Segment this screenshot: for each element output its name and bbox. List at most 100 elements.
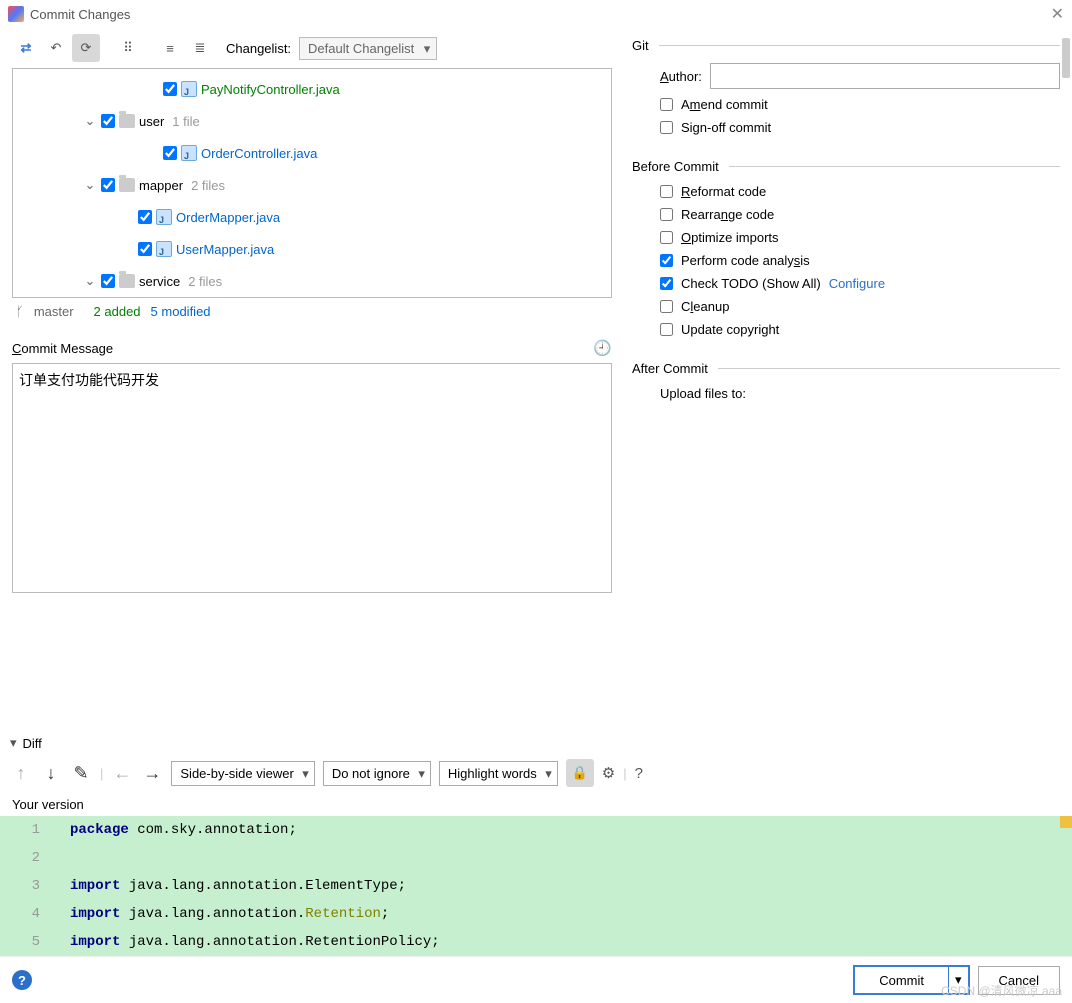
close-icon[interactable]: ✕ (1051, 4, 1064, 24)
reload-icon[interactable]: ⟳ (72, 34, 100, 62)
gear-icon[interactable]: ⚙ (602, 764, 615, 782)
line-number: 1 (0, 822, 70, 838)
signoff-checkbox[interactable] (660, 121, 673, 134)
chevron-down-icon[interactable]: ⌄ (83, 113, 97, 129)
status-row: ᚶ master 2 added 5 modified (12, 298, 612, 325)
tree-row[interactable]: ⌄service2 files (13, 265, 611, 297)
tree-label: service (139, 274, 180, 289)
folder-icon (119, 274, 135, 288)
java-file-icon (181, 81, 197, 97)
reformat-label: Reformat code (681, 184, 766, 199)
chevron-down-icon[interactable]: ⌄ (83, 273, 97, 289)
java-file-icon (181, 145, 197, 161)
window-title: Commit Changes (30, 7, 1051, 22)
commit-button[interactable]: Commit (855, 968, 948, 993)
scrollbar[interactable] (1062, 38, 1070, 78)
code-text: package com.sky.annotation; (70, 822, 297, 838)
commit-dropdown-icon[interactable]: ▾ (948, 967, 968, 993)
code-marker-icon (1060, 816, 1072, 828)
file-checkbox[interactable] (138, 242, 152, 256)
nav-back-icon: ← (111, 763, 133, 784)
ignore-dropdown[interactable]: Do not ignore (323, 761, 431, 786)
chevron-down-icon[interactable]: ⌄ (83, 177, 97, 193)
line-number: 5 (0, 934, 70, 950)
highlight-dropdown[interactable]: Highlight words (439, 761, 558, 786)
commit-message-input[interactable] (12, 363, 612, 593)
prev-diff-icon: ↑ (10, 763, 32, 784)
code-text: import java.lang.annotation.Retention; (70, 906, 389, 922)
edit-icon[interactable]: ✎ (70, 763, 92, 784)
line-number: 3 (0, 878, 70, 894)
app-logo-icon (8, 6, 24, 22)
copyright-checkbox[interactable] (660, 323, 673, 336)
tree-row[interactable]: UserMapper.java (13, 233, 611, 265)
tree-row[interactable]: PayNotifyController.java (13, 73, 611, 105)
next-diff-icon[interactable]: ↓ (40, 763, 62, 784)
code-line: 3import java.lang.annotation.ElementType… (0, 872, 1072, 900)
undo-icon[interactable]: ↶ (42, 34, 70, 62)
amend-label: Amend commit (681, 97, 768, 112)
optimize-checkbox[interactable] (660, 231, 673, 244)
nav-fwd-icon[interactable]: → (141, 763, 163, 784)
changelist-label: Changelist: (226, 41, 291, 56)
history-icon[interactable]: 🕘 (593, 339, 612, 357)
file-checkbox[interactable] (101, 114, 115, 128)
status-modified: 5 modified (151, 304, 211, 319)
code-line: 5import java.lang.annotation.RetentionPo… (0, 928, 1072, 956)
file-checkbox[interactable] (163, 146, 177, 160)
cancel-button[interactable]: Cancel (978, 966, 1060, 995)
expand-icon[interactable]: ≡ (156, 34, 184, 62)
refresh-icon[interactable]: ⇄ (12, 34, 40, 62)
tree-label: user (139, 114, 164, 129)
lock-icon[interactable]: 🔒 (566, 759, 594, 787)
file-tree[interactable]: PayNotifyController.java ⌄ user 1 file Order… (13, 69, 611, 297)
amend-checkbox[interactable] (660, 98, 673, 111)
rearrange-checkbox[interactable] (660, 208, 673, 221)
tree-row[interactable]: OrderController.java (13, 137, 611, 169)
java-file-icon (156, 209, 172, 225)
file-checkbox[interactable] (163, 82, 177, 96)
todo-checkbox[interactable] (660, 277, 673, 290)
diff-label: Diff (23, 736, 42, 751)
code-line: 4import java.lang.annotation.Retention; (0, 900, 1072, 928)
cleanup-label: Cleanup (681, 299, 729, 314)
collapse-icon[interactable]: ≣ (186, 34, 214, 62)
upload-label: Upload files to: (660, 386, 746, 401)
code-viewer[interactable]: 1package com.sky.annotation;23import jav… (0, 816, 1072, 956)
file-checkbox[interactable] (101, 274, 115, 288)
author-input[interactable] (710, 63, 1060, 89)
code-text: import java.lang.annotation.ElementType; (70, 878, 406, 894)
branch-icon: ᚶ (16, 304, 24, 319)
tree-row[interactable]: OrderMapper.java (13, 201, 611, 233)
tree-meta: 2 files (191, 178, 225, 193)
cleanup-checkbox[interactable] (660, 300, 673, 313)
configure-link[interactable]: Configure (829, 276, 885, 291)
code-text: import java.lang.annotation.RetentionPol… (70, 934, 440, 950)
status-added: 2 added (94, 304, 141, 319)
java-file-icon (156, 241, 172, 257)
viewer-dropdown[interactable]: Side-by-side viewer (171, 761, 314, 786)
author-label: Author: (660, 69, 702, 84)
changelist-dropdown[interactable]: Default Changelist (299, 37, 437, 60)
optimize-label: Optimize imports (681, 230, 779, 245)
line-number: 2 (0, 850, 70, 866)
tree-label: OrderController.java (201, 146, 317, 161)
tree-row[interactable]: ⌄ user 1 file (13, 105, 611, 137)
group-icon[interactable]: ⠿ (114, 34, 142, 62)
tree-label: UserMapper.java (176, 242, 274, 257)
file-checkbox[interactable] (101, 178, 115, 192)
file-checkbox[interactable] (138, 210, 152, 224)
titlebar: Commit Changes ✕ (0, 0, 1072, 28)
diff-chevron-icon[interactable]: ▾ (10, 735, 17, 751)
analysis-checkbox[interactable] (660, 254, 673, 267)
tree-row[interactable]: ⌄mapper2 files (13, 169, 611, 201)
tree-meta: 1 file (172, 114, 199, 129)
code-line: 1package com.sky.annotation; (0, 816, 1072, 844)
copyright-label: Update copyright (681, 322, 779, 337)
reformat-checkbox[interactable] (660, 185, 673, 198)
help-icon[interactable]: ? (12, 970, 32, 990)
help-diff-icon[interactable]: ? (635, 765, 643, 782)
folder-icon (119, 114, 135, 128)
your-version-label: Your version (0, 795, 1072, 816)
tree-label: PayNotifyController.java (201, 82, 340, 97)
